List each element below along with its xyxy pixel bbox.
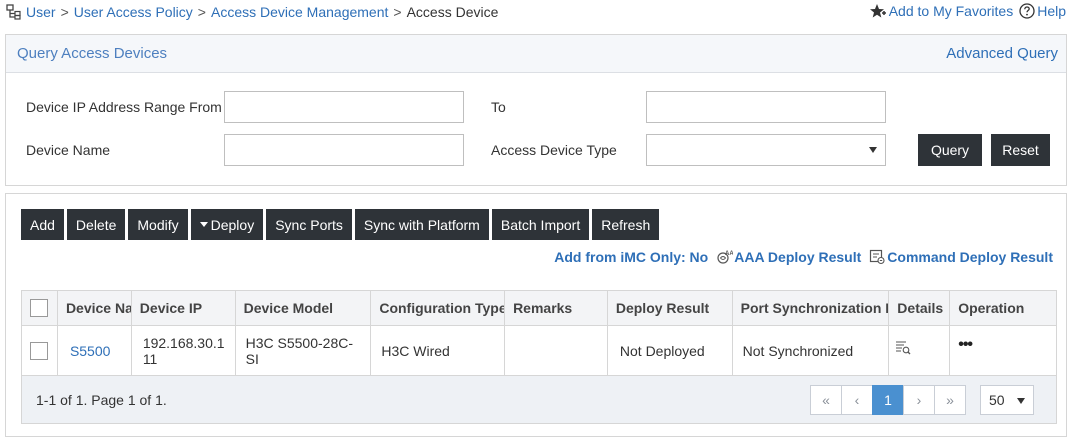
table-footer: 1-1 of 1. Page 1 of 1. « ‹ 1 › » 50 — [22, 375, 1056, 423]
query-panel-title: Query Access Devices — [17, 45, 168, 62]
previous-page-button[interactable]: ‹ — [841, 384, 873, 415]
hierarchy-icon — [6, 4, 21, 20]
deploy-button[interactable]: Deploy — [190, 209, 264, 240]
top-links: Add to My Favorites Help — [863, 3, 1066, 19]
remarks-cell — [505, 326, 608, 375]
help-label: Help — [1037, 3, 1066, 19]
column-device-model[interactable]: Device Model — [236, 291, 372, 325]
column-remarks[interactable]: Remarks — [505, 291, 608, 325]
details-icon[interactable] — [895, 340, 911, 356]
pagination: « ‹ 1 › » 50 — [810, 384, 1034, 415]
current-page-button[interactable]: 1 — [872, 384, 904, 415]
aaa-deploy-icon: AA — [717, 251, 733, 264]
device-name-input[interactable] — [224, 134, 464, 166]
device-name-cell: S5500 — [58, 326, 132, 375]
ip-from-label: Device IP Address Range From — [26, 99, 222, 115]
breadcrumb: User > User Access Policy > Access Devic… — [6, 3, 498, 21]
device-list-panel: Add Delete Modify Deploy Sync Ports Sync… — [5, 193, 1067, 437]
breadcrumb-separator: > — [197, 4, 206, 20]
query-panel: Query Access Devices Advanced Query Devi… — [5, 34, 1067, 186]
sync-with-platform-button[interactable]: Sync with Platform — [354, 209, 489, 240]
device-ip-cell: 192.168.30.111 — [132, 326, 236, 375]
device-name-link[interactable]: S5500 — [70, 343, 110, 359]
breadcrumb-separator: > — [60, 4, 69, 20]
header-select-all-cell — [22, 291, 58, 325]
advanced-query-link[interactable]: Advanced Query — [946, 45, 1058, 62]
device-type-label: Access Device Type — [491, 142, 617, 158]
column-deploy-result[interactable]: Deploy Result — [608, 291, 733, 325]
configuration-type-cell: H3C Wired — [371, 326, 506, 375]
page-size-value: 50 — [989, 391, 1005, 408]
table-row: S5500 192.168.30.111 H3C S5500-28C-SI H3… — [22, 326, 1056, 375]
breadcrumb-link-user-access-policy[interactable]: User Access Policy — [74, 4, 193, 20]
more-actions-icon[interactable]: ••• — [958, 336, 973, 354]
query-panel-header: Query Access Devices Advanced Query — [6, 35, 1066, 73]
breadcrumb-link-access-device-management[interactable]: Access Device Management — [211, 4, 388, 20]
sync-ports-button[interactable]: Sync Ports — [266, 209, 352, 240]
column-details: Details — [889, 291, 951, 325]
deploy-links: Add from iMC Only: No AA AAA Deploy Resu… — [546, 249, 1053, 265]
star-add-icon — [869, 4, 886, 18]
breadcrumb-link-user[interactable]: User — [26, 4, 56, 20]
device-name-label: Device Name — [26, 142, 111, 158]
port-sync-result-cell: Not Synchronized — [733, 326, 890, 375]
add-button[interactable]: Add — [21, 209, 64, 240]
next-page-button[interactable]: › — [903, 384, 935, 415]
table-header: Device Name Device IP Device Model Confi… — [22, 291, 1056, 326]
column-device-ip[interactable]: Device IP — [132, 291, 236, 325]
column-operation: Operation — [958, 300, 1025, 316]
command-deploy-result-link[interactable]: Command Deploy Result — [869, 249, 1053, 265]
command-deploy-result-label: Command Deploy Result — [887, 249, 1053, 265]
row-checkbox[interactable] — [30, 341, 48, 360]
reset-button[interactable]: Reset — [991, 134, 1050, 166]
delete-button[interactable]: Delete — [66, 209, 126, 240]
device-model-cell: H3C S5500-28C-SI — [236, 326, 372, 375]
query-button[interactable]: Query — [918, 134, 982, 166]
modify-button[interactable]: Modify — [128, 209, 188, 240]
aaa-deploy-result-label: AAA Deploy Result — [734, 249, 862, 265]
breadcrumb-separator: > — [393, 4, 402, 20]
add-from-imc-link[interactable]: Add from iMC Only: No — [554, 249, 708, 265]
command-deploy-icon — [870, 249, 885, 265]
deploy-label: Deploy — [210, 216, 255, 233]
first-page-button[interactable]: « — [810, 384, 842, 415]
help-circle-icon — [1019, 3, 1035, 19]
add-to-favorites-label: Add to My Favorites — [888, 3, 1014, 19]
ip-to-label: To — [491, 99, 506, 115]
column-port-sync-result[interactable]: Port Synchronization Result — [733, 291, 890, 325]
add-to-favorites-link[interactable]: Add to My Favorites — [869, 3, 1014, 19]
aaa-deploy-result-link[interactable]: AA AAA Deploy Result — [716, 249, 861, 265]
last-page-button[interactable]: » — [934, 384, 966, 415]
caret-down-icon — [199, 222, 208, 227]
row-select-cell — [22, 326, 58, 375]
ip-from-input[interactable] — [224, 91, 464, 123]
details-cell — [889, 326, 951, 375]
pagination-summary: 1-1 of 1. Page 1 of 1. — [36, 391, 167, 408]
svg-text:AA: AA — [725, 251, 733, 257]
chevron-down-icon — [869, 147, 877, 153]
toolbar: Add Delete Modify Deploy Sync Ports Sync… — [21, 209, 662, 240]
chevron-down-icon — [1017, 397, 1025, 404]
column-configuration-type[interactable]: Configuration Type — [371, 291, 506, 325]
operation-cell: ••• — [950, 326, 1056, 375]
refresh-button[interactable]: Refresh — [592, 209, 660, 240]
device-table: Device Name Device IP Device Model Confi… — [21, 290, 1057, 424]
select-all-checkbox[interactable] — [30, 299, 48, 317]
breadcrumb-current: Access Device — [406, 4, 499, 20]
deploy-result-cell: Not Deployed — [608, 326, 733, 375]
device-type-select[interactable] — [646, 134, 886, 166]
page-size-select[interactable]: 50 — [980, 384, 1034, 415]
help-link[interactable]: Help — [1019, 3, 1066, 19]
ip-to-input[interactable] — [646, 91, 886, 123]
column-device-name[interactable]: Device Name — [58, 291, 132, 325]
batch-import-button[interactable]: Batch Import — [491, 209, 590, 240]
